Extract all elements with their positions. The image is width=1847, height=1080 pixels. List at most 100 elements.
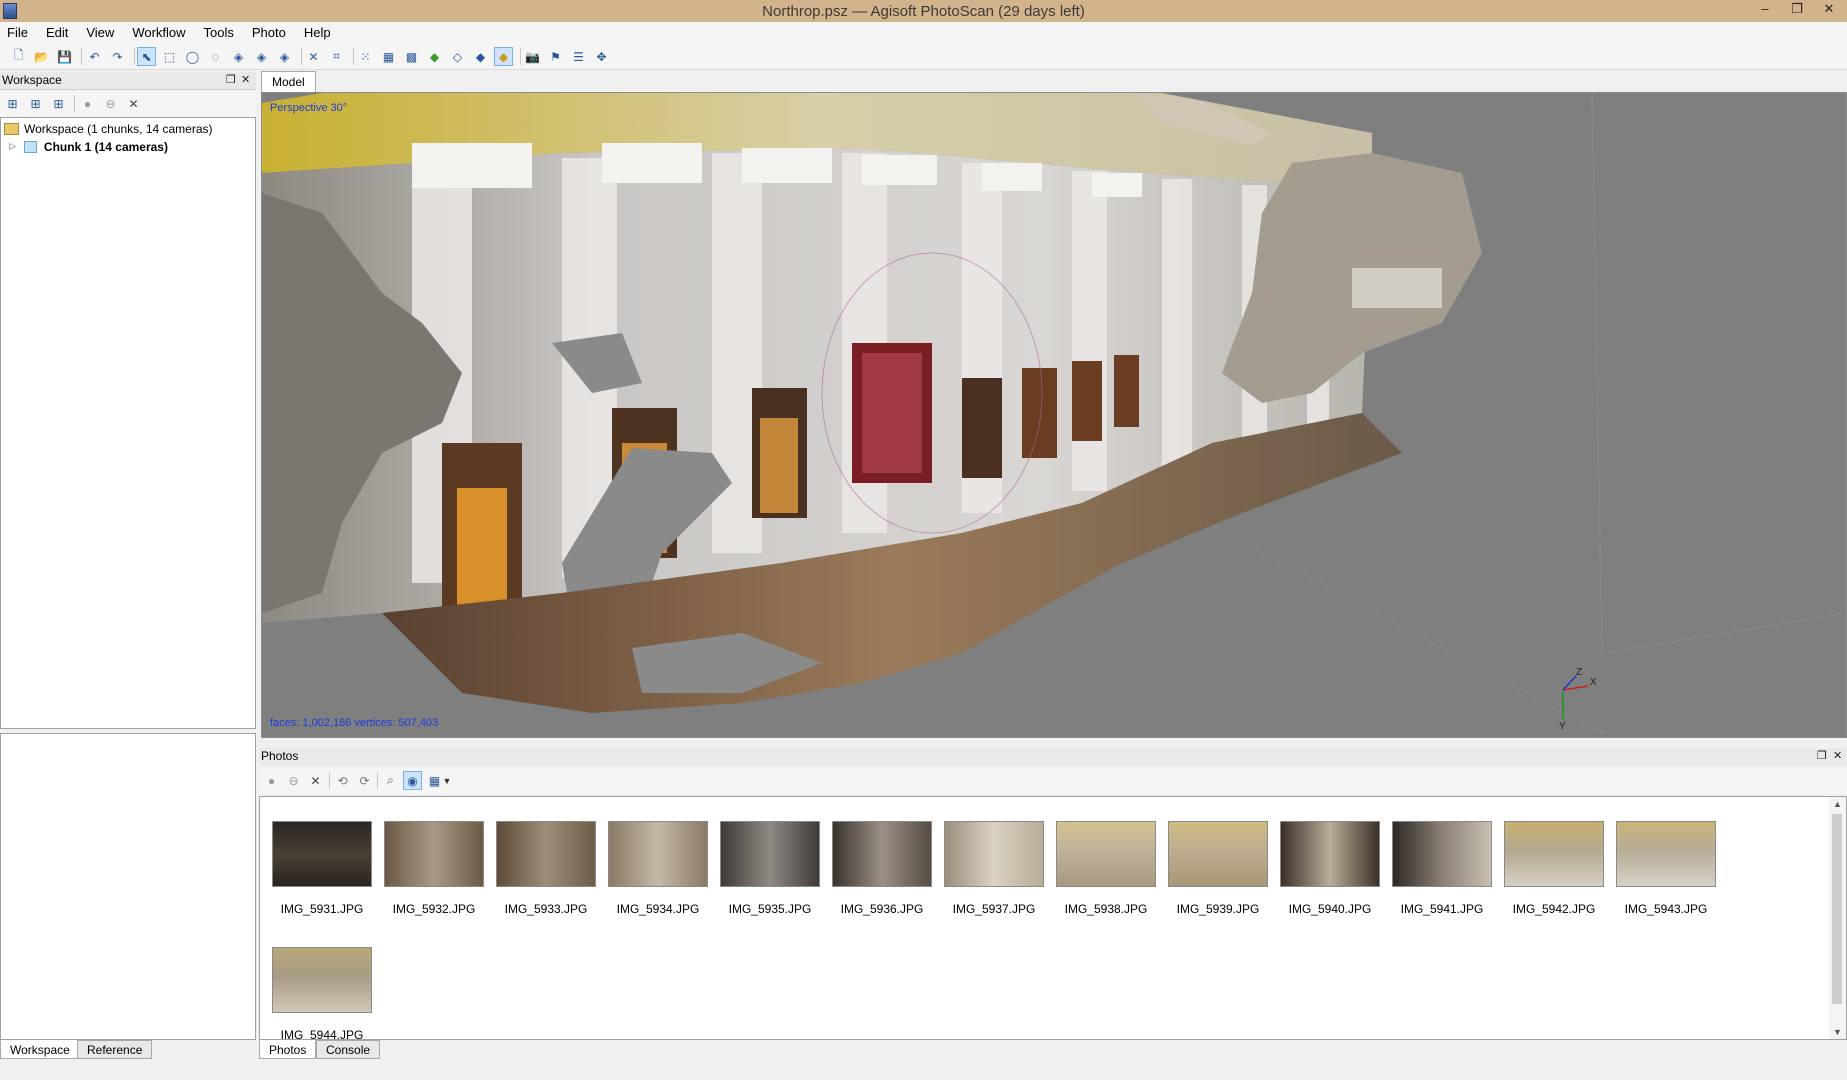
close-panel-icon[interactable]: ✕	[1833, 748, 1842, 765]
photo-image	[944, 821, 1044, 887]
disable-camera-icon[interactable]: ⊖	[101, 94, 120, 113]
move-region-icon[interactable]: ◈	[229, 47, 248, 66]
photo-thumbnail[interactable]: IMG_5941.JPG	[1392, 821, 1492, 916]
photo-thumbnail[interactable]: IMG_5937.JPG	[944, 821, 1044, 916]
wireframe-model-icon[interactable]: ◇	[448, 47, 467, 66]
dense-cloud-icon[interactable]: ▦	[379, 47, 398, 66]
photo-caption: IMG_5941.JPG	[1400, 902, 1484, 916]
photos-panel-title: Photos	[261, 749, 299, 763]
show-markers-icon[interactable]: ⚑	[546, 47, 565, 66]
add-chunk-icon[interactable]: ⊞	[3, 94, 22, 113]
enable-camera-icon[interactable]: ●	[78, 94, 97, 113]
remove-camera-icon[interactable]: ✕	[306, 771, 325, 790]
resize-region-icon[interactable]: ◈	[252, 47, 271, 66]
remove-item-icon[interactable]: ✕	[124, 94, 143, 113]
photo-thumbnail[interactable]: IMG_5943.JPG	[1616, 821, 1716, 916]
save-icon[interactable]: 💾	[55, 47, 74, 66]
delete-selection-icon[interactable]: ✕	[304, 47, 323, 66]
undock-icon[interactable]: ❐	[1817, 748, 1827, 765]
tab-photos[interactable]: Photos	[259, 1040, 317, 1059]
point-cloud-icon[interactable]: ⁙	[356, 47, 375, 66]
photo-image	[1056, 821, 1156, 887]
show-region-icon[interactable]: ☰	[569, 47, 588, 66]
circle-selection-icon[interactable]: ◯	[183, 47, 202, 66]
menu-file[interactable]: File	[7, 25, 28, 40]
menu-bar: File Edit View Workflow Tools Photo Help	[0, 22, 1847, 43]
scroll-up-arrow-icon[interactable]: ▲	[1833, 799, 1842, 809]
restore-button[interactable]: ❐	[1784, 0, 1810, 20]
textured-model-icon[interactable]: ◆	[471, 47, 490, 66]
shaded-model-icon[interactable]: ▩	[402, 47, 421, 66]
undock-icon[interactable]: ❐	[226, 72, 236, 89]
photo-caption: IMG_5944.JPG	[280, 1028, 364, 1040]
photo-thumbnail[interactable]: IMG_5936.JPG	[832, 821, 932, 916]
photo-caption: IMG_5933.JPG	[504, 902, 588, 916]
filter-photos-icon[interactable]: ⌕	[381, 771, 400, 790]
show-cameras-icon[interactable]: 📷	[523, 47, 542, 66]
close-panel-icon[interactable]: ✕	[241, 72, 250, 89]
undo-icon[interactable]: ↶	[85, 47, 104, 66]
workspace-panel-header: Workspace ❐ ✕	[0, 72, 256, 90]
photo-thumbnail[interactable]: IMG_5944.JPG	[272, 947, 372, 1040]
menu-help[interactable]: Help	[304, 25, 331, 40]
photo-caption: IMG_5937.JPG	[952, 902, 1036, 916]
tree-item-workspace[interactable]: Workspace (1 chunks, 14 cameras)	[4, 120, 213, 137]
expand-arrow-icon[interactable]: ▷	[9, 141, 16, 152]
redo-icon[interactable]: ↷	[108, 47, 127, 66]
rotate-left-icon[interactable]: ⟲	[333, 771, 352, 790]
navigation-cursor-icon[interactable]: ⬉	[137, 47, 156, 66]
model-stats: faces: 1,002,186 vertices: 507,403	[270, 717, 439, 729]
add-folder-icon[interactable]: ⊞	[49, 94, 68, 113]
textured-view-icon[interactable]: ◆	[494, 47, 513, 66]
axis-indicator	[1562, 675, 1589, 719]
show-photos-icon[interactable]: ◉	[403, 771, 422, 790]
add-photos-icon[interactable]: ⊞	[26, 94, 45, 113]
model-viewport[interactable]: Perspective 30° faces: 1,002,186 vertice…	[261, 92, 1847, 738]
grid-line	[1591, 93, 1603, 654]
tab-console[interactable]: Console	[316, 1040, 381, 1059]
photo-image	[1168, 821, 1268, 887]
tree-workspace-label: Workspace (1 chunks, 14 cameras)	[24, 121, 213, 136]
disable-camera-icon[interactable]: ⊖	[284, 771, 303, 790]
main-toolbar: 🗋 📂 💾 ↶ ↷ ⬉ ⬚ ◯ ◌ ◈ ◈ ◈ ✕ ⌗ ⁙ ▦ ▩ ◆ ◇ ◆ …	[0, 43, 1847, 70]
tab-model[interactable]: Model	[261, 71, 316, 92]
menu-tools[interactable]: Tools	[204, 25, 234, 40]
photo-thumbnail[interactable]: IMG_5933.JPG	[496, 821, 596, 916]
rotate-right-icon[interactable]: ⟳	[355, 771, 374, 790]
tab-reference[interactable]: Reference	[77, 1040, 153, 1059]
chunk-icon	[23, 140, 37, 153]
enable-camera-icon[interactable]: ●	[262, 771, 281, 790]
free-form-selection-icon[interactable]: ◌	[206, 47, 225, 66]
menu-edit[interactable]: Edit	[46, 25, 68, 40]
view-mode-dropdown-icon[interactable]: ▼	[441, 771, 453, 790]
minimize-button[interactable]: –	[1752, 0, 1778, 20]
photo-thumbnail[interactable]: IMG_5942.JPG	[1504, 821, 1604, 916]
photo-caption: IMG_5931.JPG	[280, 902, 364, 916]
open-folder-icon[interactable]: 📂	[32, 47, 51, 66]
solid-model-icon[interactable]: ◆	[425, 47, 444, 66]
photo-thumbnail[interactable]: IMG_5940.JPG	[1280, 821, 1380, 916]
tab-workspace[interactable]: Workspace	[0, 1040, 80, 1059]
menu-view[interactable]: View	[86, 25, 114, 40]
rectangle-selection-icon[interactable]: ⬚	[160, 47, 179, 66]
tree-item-chunk[interactable]: ▷ Chunk 1 (14 cameras)	[9, 138, 168, 155]
photo-thumbnail[interactable]: IMG_5932.JPG	[384, 821, 484, 916]
scroll-down-arrow-icon[interactable]: ▼	[1833, 1027, 1842, 1037]
photo-caption: IMG_5932.JPG	[392, 902, 476, 916]
menu-photo[interactable]: Photo	[252, 25, 286, 40]
scrollbar-thumb[interactable]	[1832, 814, 1842, 1004]
crop-selection-icon[interactable]: ⌗	[327, 47, 346, 66]
close-button[interactable]: ✕	[1816, 0, 1842, 20]
photo-thumbnail[interactable]: IMG_5934.JPG	[608, 821, 708, 916]
rotate-region-icon[interactable]: ◈	[275, 47, 294, 66]
photo-thumbnail[interactable]: IMG_5935.JPG	[720, 821, 820, 916]
tree-chunk-label: Chunk 1 (14 cameras)	[43, 139, 168, 154]
reset-view-icon[interactable]: ✥	[592, 47, 611, 66]
photos-scrollbar[interactable]: ▲ ▼	[1829, 797, 1846, 1039]
new-document-icon[interactable]: 🗋	[9, 47, 28, 66]
menu-workflow[interactable]: Workflow	[132, 25, 185, 40]
photo-thumbnail[interactable]: IMG_5939.JPG	[1168, 821, 1268, 916]
photo-thumbnail[interactable]: IMG_5931.JPG	[272, 821, 372, 916]
photo-thumbnail[interactable]: IMG_5938.JPG	[1056, 821, 1156, 916]
photo-image	[720, 821, 820, 887]
